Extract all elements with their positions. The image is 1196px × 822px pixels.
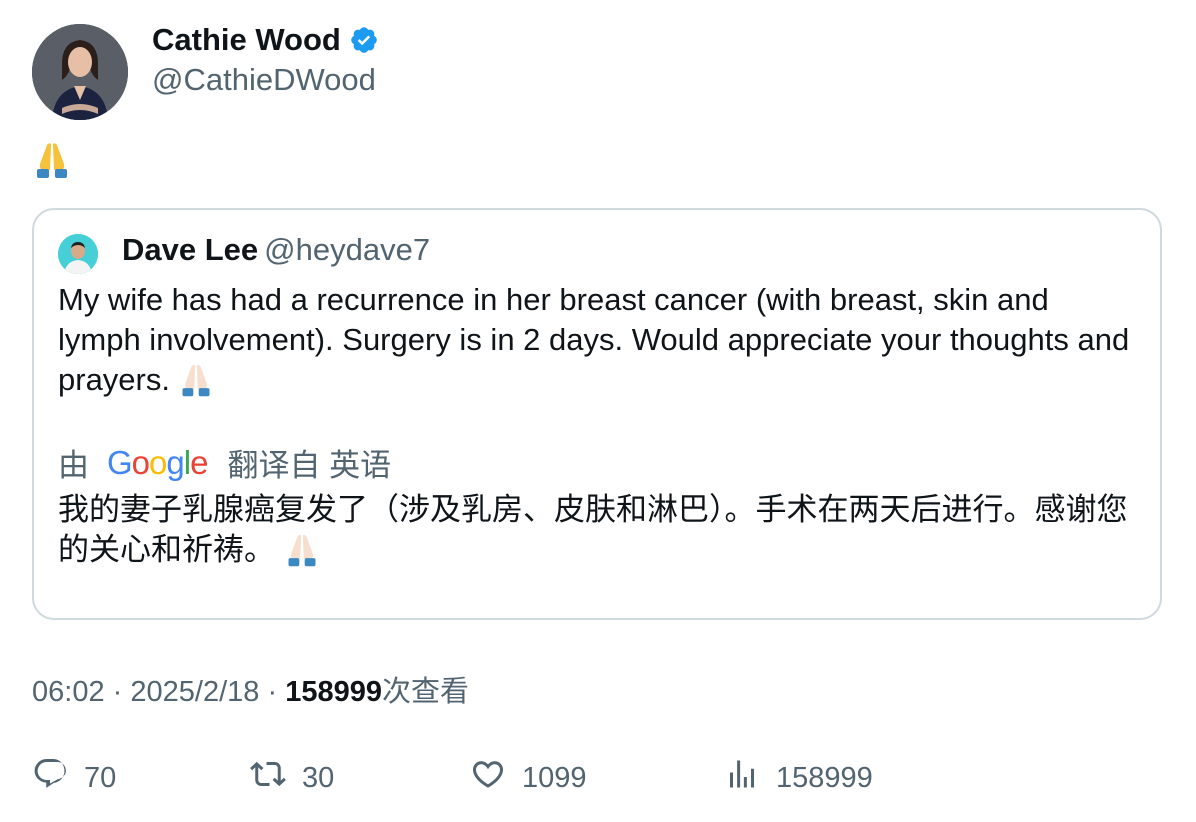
tweet-actions: 70 30 1099 158999 <box>32 756 1162 796</box>
tweet-date[interactable]: 2025/2/18 <box>130 676 259 708</box>
google-logo: Google <box>107 443 208 481</box>
quoted-tweet-text-content: My wife has had a recurrence in her brea… <box>58 282 1130 397</box>
folded-hands-emoji-icon <box>34 140 70 180</box>
quoted-author-name[interactable]: Dave Lee <box>122 232 258 267</box>
translated-text-content: 我的妻子乳腺癌复发了（涉及乳房、皮肤和淋巴）。手术在两天后进行。感谢您的关心和祈… <box>58 492 1128 568</box>
author-handle[interactable]: @CathieDWood <box>152 62 376 98</box>
tweet-time[interactable]: 06:02 <box>32 676 105 708</box>
retweet-icon <box>250 756 286 800</box>
translation-suffix: 翻译自 英语 <box>227 448 392 483</box>
quoted-author-handle[interactable]: @heydave7 <box>264 232 430 267</box>
reply-count: 70 <box>84 761 117 794</box>
tweet-meta: 06:02 · 2025/2/18 · 158999次查看 <box>32 668 469 710</box>
views-count: 158999 <box>776 761 873 794</box>
translation-attribution: 由 Google 翻译自 英语 <box>58 440 391 485</box>
analytics-button[interactable]: 158999 <box>724 756 873 800</box>
heart-icon <box>470 756 506 800</box>
retweet-count: 30 <box>302 761 335 794</box>
reply-button[interactable]: 70 <box>32 756 116 800</box>
translation-prefix: 由 <box>58 448 89 483</box>
view-count: 158999 <box>285 676 382 708</box>
retweet-button[interactable]: 30 <box>250 756 334 800</box>
author-name[interactable]: Cathie Wood <box>152 22 341 58</box>
view-count-label: 次查看 <box>381 676 469 708</box>
quoted-tweet-text: My wife has had a recurrence in her brea… <box>58 280 1138 400</box>
verified-badge-icon <box>349 25 379 55</box>
meta-separator: · <box>112 676 123 708</box>
meta-separator: · <box>267 676 278 708</box>
folded-hands-light-emoji-icon <box>285 532 319 568</box>
like-button[interactable]: 1099 <box>470 756 587 800</box>
bar-chart-icon <box>724 756 760 800</box>
like-count: 1099 <box>522 761 587 794</box>
author-avatar[interactable] <box>32 24 128 120</box>
folded-hands-light-emoji-icon <box>179 362 213 398</box>
translated-text: 我的妻子乳腺癌复发了（涉及乳房、皮肤和淋巴）。手术在两天后进行。感谢您的关心和祈… <box>58 490 1143 570</box>
reply-icon <box>32 756 68 800</box>
quoted-author-avatar[interactable] <box>58 234 98 274</box>
quoted-tweet-card[interactable]: Dave Lee @heydave7 My wife has had a recu… <box>32 208 1162 620</box>
